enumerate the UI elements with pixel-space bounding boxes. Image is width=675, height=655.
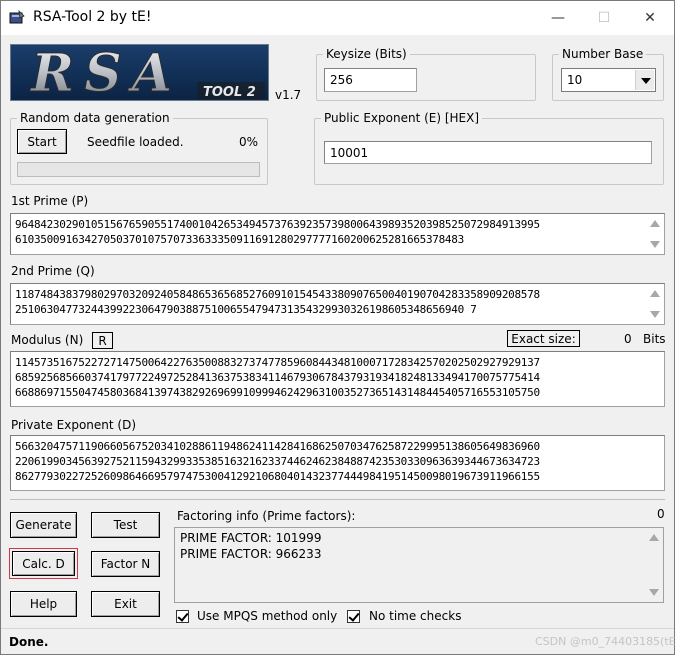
logo-graphic: RSA TOOL 2 — [29, 45, 265, 101]
keysize-label: Keysize (Bits) — [323, 46, 410, 62]
app-icon — [9, 9, 25, 24]
random-percent: 0% — [239, 135, 259, 149]
public-exponent-label: Public Exponent (E) [HEX] — [321, 110, 483, 126]
private-exponent-field[interactable]: 5663204757119066056752034102886119486241… — [10, 435, 665, 491]
scroll-up-icon[interactable] — [650, 220, 660, 227]
chevron-down-icon[interactable] — [635, 70, 654, 90]
scroll-down-icon[interactable] — [649, 589, 659, 596]
version-label: v1.7 — [275, 88, 302, 102]
exact-size-label: Exact size: — [507, 330, 580, 347]
generate-button[interactable]: Generate — [10, 512, 77, 538]
start-button[interactable]: Start — [17, 129, 67, 154]
exit-button[interactable]: Exit — [91, 591, 160, 617]
modulus-line-2: 6859256856603741797722497252841363753834… — [15, 371, 540, 384]
test-button[interactable]: Test — [91, 512, 160, 538]
rsa-tool-window: RSA-Tool 2 by tE! — ☐ ✕ RSA TOOL 2 v1.7 … — [0, 0, 675, 655]
private-exponent-line-1: 5663204757119066056752034102886119486241… — [15, 440, 540, 453]
maximize-button[interactable]: ☐ — [581, 1, 627, 35]
prime-factor-line-1: PRIME FACTOR: 101999 — [180, 531, 322, 545]
logo-subtext: TOOL 2 — [203, 85, 256, 100]
scroll-down-icon[interactable] — [650, 241, 660, 248]
scroll-up-icon[interactable] — [650, 290, 660, 297]
prime-q-label: 2nd Prime (Q) — [11, 264, 95, 278]
prime-p-line-1: 9648423029010515676590551740010426534945… — [15, 218, 540, 231]
prime-q-scrollbar[interactable] — [646, 284, 664, 324]
private-exponent-line-2: 2206199034563927521159432993353851632162… — [15, 455, 540, 468]
scroll-down-icon[interactable] — [650, 311, 660, 318]
prime-p-line-2: 6103500916342705037010757073363335091169… — [15, 233, 464, 246]
public-exponent-input[interactable]: 10001 — [324, 141, 652, 164]
factoring-info-label: Factoring info (Prime factors): — [177, 509, 356, 523]
mpqs-checkbox[interactable] — [176, 610, 189, 623]
status-text: Done. — [9, 635, 49, 649]
random-progress-bar — [17, 162, 260, 177]
number-base-select[interactable]: 10 — [561, 68, 656, 92]
prime-p-scrollbar[interactable] — [646, 214, 664, 254]
logo-text: RSA — [29, 45, 182, 101]
keysize-input[interactable]: 256 — [324, 68, 417, 92]
prime-p-label: 1st Prime (P) — [11, 194, 89, 208]
factoring-scrollbar[interactable] — [645, 528, 663, 602]
section-divider — [10, 499, 665, 500]
rsa-tool-logo: RSA TOOL 2 — [10, 44, 269, 101]
no-time-checks-checkbox[interactable] — [347, 610, 360, 623]
modulus-line-1: 1145735167522727147500642276350088327374… — [15, 356, 540, 369]
prime-q-line-1: 1187484383798029703209240584865365685276… — [15, 288, 540, 301]
number-base-label: Number Base — [559, 46, 647, 62]
random-data-label: Random data generation — [17, 110, 173, 126]
help-button[interactable]: Help — [10, 591, 77, 617]
modulus-field[interactable]: 1145735167522727147500642276350088327374… — [10, 351, 665, 407]
private-exponent-label: Private Exponent (D) — [11, 418, 137, 432]
window-title: RSA-Tool 2 by tE! — [33, 9, 152, 25]
factor-n-button[interactable]: Factor N — [91, 551, 160, 577]
calc-d-button[interactable]: Calc. D — [9, 548, 78, 579]
modulus-label: Modulus (N) — [11, 333, 84, 347]
scroll-up-icon[interactable] — [649, 534, 659, 541]
bits-label: Bits — [643, 332, 666, 346]
modulus-r-button[interactable]: R — [92, 332, 113, 349]
no-time-checks-label: No time checks — [369, 609, 462, 623]
seedfile-status: Seedfile loaded. — [87, 135, 184, 149]
close-button[interactable]: ✕ — [627, 1, 673, 35]
exact-size-value: 0 — [624, 332, 632, 346]
mpqs-label: Use MPQS method only — [197, 609, 338, 623]
prime-q-line-2: 2510630477324439922306479038875100655479… — [15, 303, 477, 316]
minimize-button[interactable]: — — [535, 1, 581, 35]
watermark: CSDN @m0_74403185(tE) — [535, 635, 675, 648]
title-bar[interactable]: RSA-Tool 2 by tE! — ☐ ✕ — [1, 1, 674, 35]
number-base-value: 10 — [567, 73, 583, 87]
factoring-output[interactable]: PRIME FACTOR: 101999 PRIME FACTOR: 96623… — [174, 527, 664, 603]
private-exponent-line-3: 8627793022725260986466957974753004129210… — [15, 470, 540, 483]
prime-factor-line-2: PRIME FACTOR: 966233 — [180, 547, 322, 561]
modulus-line-3: 6688697155047458036841397438292696991099… — [15, 386, 540, 399]
factoring-count: 0 — [657, 507, 665, 521]
prime-p-field[interactable]: 9648423029010515676590551740010426534945… — [10, 213, 665, 255]
prime-q-field[interactable]: 1187484383798029703209240584865365685276… — [10, 283, 665, 325]
